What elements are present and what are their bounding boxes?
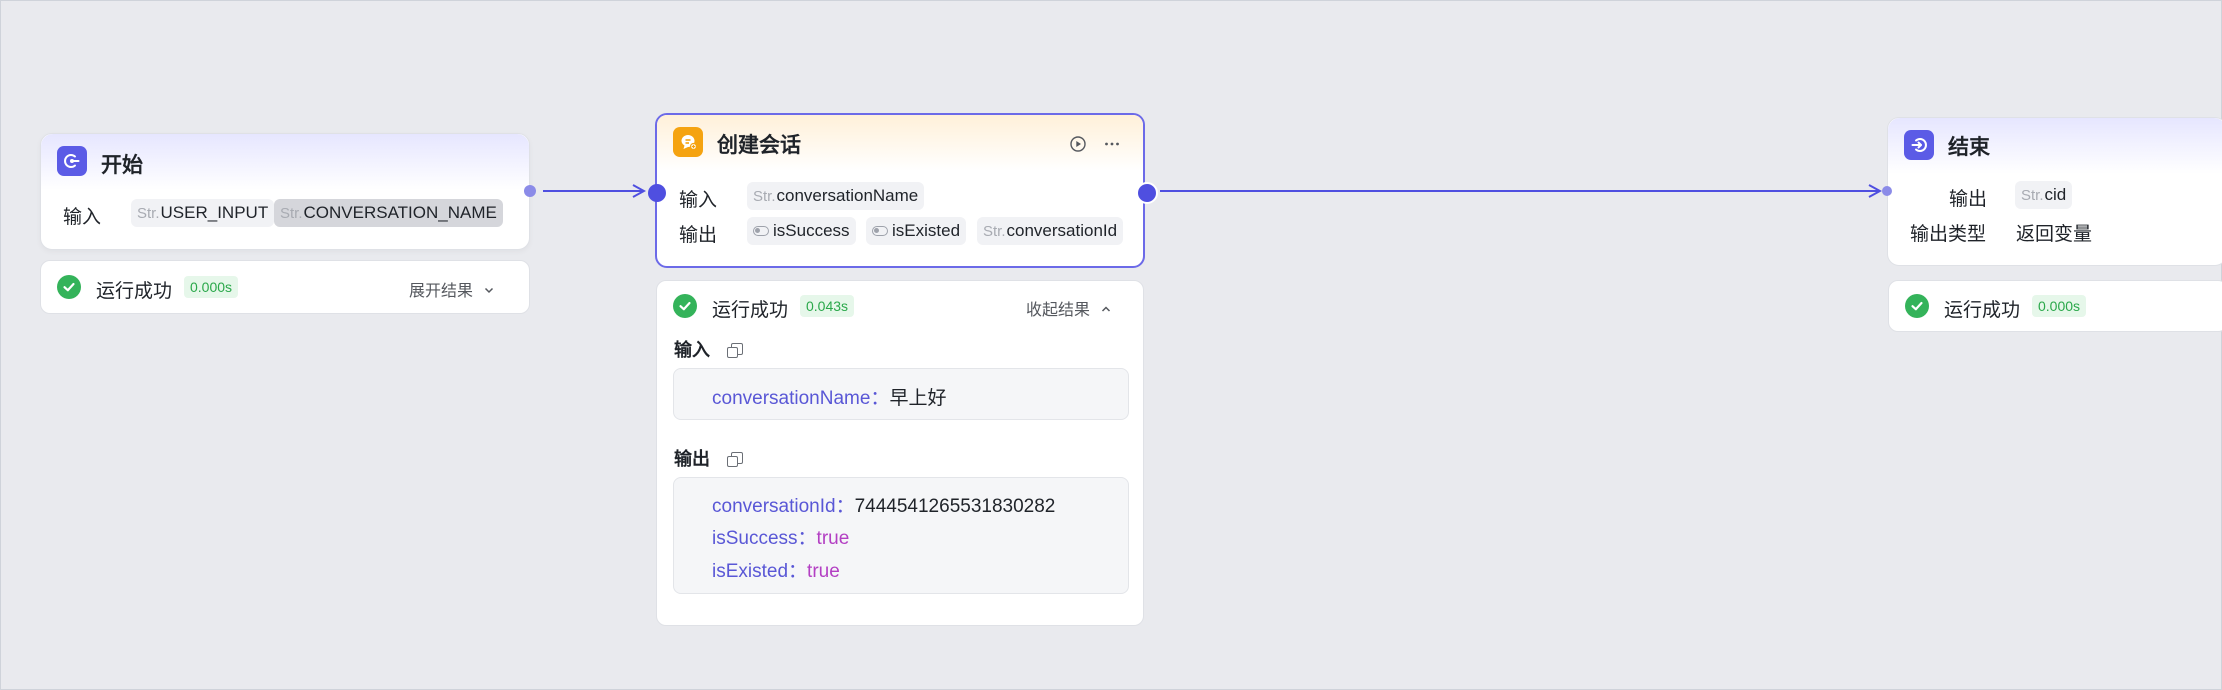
end-run-result: 运行成功 0.000s bbox=[1888, 280, 2222, 332]
end-output-type-label: 输出类型 bbox=[1910, 224, 1987, 245]
end-run-status: 运行成功 bbox=[1944, 300, 2021, 321]
expand-result-button[interactable]: 展开结果 bbox=[409, 277, 495, 301]
create-run-time: 0.043s bbox=[800, 295, 855, 317]
check-circle-icon bbox=[57, 275, 81, 299]
end-node-header: 结束 bbox=[1888, 118, 2222, 174]
start-input-label: 输入 bbox=[63, 207, 102, 228]
run-output-row-conversation-id: conversationId：7444541265531830282 bbox=[712, 496, 1056, 517]
check-circle-icon bbox=[673, 294, 697, 318]
create-node-header: 创建会话 bbox=[657, 115, 1143, 171]
start-input-tag-user-input: Str.USER_INPUT bbox=[131, 199, 275, 227]
run-input-row: conversationName：早上好 bbox=[712, 388, 947, 409]
create-input-tag: Str.conversationName bbox=[747, 182, 925, 210]
start-node-title: 开始 bbox=[101, 154, 143, 177]
copy-icon[interactable] bbox=[727, 452, 743, 467]
create-conversation-icon bbox=[673, 127, 703, 157]
run-input-box: conversationName：早上好 bbox=[673, 368, 1129, 420]
create-output-tag-is-success: isSuccess bbox=[747, 217, 856, 245]
create-input-port[interactable] bbox=[648, 184, 666, 202]
run-output-box: conversationId：7444541265531830282 isSuc… bbox=[673, 477, 1129, 594]
create-run-status: 运行成功 bbox=[712, 300, 789, 321]
collapse-result-label: 收起结果 bbox=[1026, 302, 1091, 319]
end-node-title: 结束 bbox=[1948, 136, 1990, 159]
check-circle-icon bbox=[1905, 294, 1929, 318]
end-output-type-value[interactable]: 返回变量 bbox=[2016, 219, 2092, 246]
end-node[interactable]: 结束 输出 Str.cid 输出类型 返回变量 bbox=[1887, 117, 2222, 266]
end-run-time: 0.000s bbox=[2032, 295, 2087, 317]
end-node-icon bbox=[1904, 130, 1934, 160]
more-icon[interactable] bbox=[1103, 135, 1121, 153]
create-conversation-node[interactable]: 创建会话 输入 Str.conversationName 输出 isSucces… bbox=[655, 113, 1145, 268]
create-output-tag-is-existed: isExisted bbox=[866, 217, 967, 245]
end-output-label: 输出 bbox=[1949, 189, 1988, 210]
end-input-port[interactable] bbox=[1882, 186, 1892, 196]
boolean-icon bbox=[872, 225, 888, 236]
play-circle-icon[interactable] bbox=[1069, 135, 1087, 153]
run-output-row-is-success: isSuccess：true bbox=[712, 528, 850, 549]
start-node-icon bbox=[57, 146, 87, 176]
start-output-port[interactable] bbox=[524, 185, 536, 197]
create-output-port[interactable] bbox=[1136, 182, 1158, 204]
start-node-header: 开始 bbox=[41, 134, 529, 190]
start-run-result: 运行成功 0.000s 展开结果 bbox=[40, 260, 530, 314]
chevron-down-icon bbox=[485, 287, 494, 294]
create-output-tag-conversation-id: Str.conversationId bbox=[977, 217, 1124, 245]
copy-icon[interactable] bbox=[727, 343, 743, 358]
start-run-status: 运行成功 bbox=[96, 281, 173, 302]
run-output-heading: 输出 bbox=[674, 449, 710, 469]
chevron-up-icon bbox=[1102, 306, 1111, 312]
run-output-row-is-existed: isExisted：true bbox=[712, 561, 840, 582]
end-output-tag: Str.cid bbox=[2015, 181, 2073, 209]
start-run-time: 0.000s bbox=[184, 276, 239, 298]
boolean-icon bbox=[753, 225, 769, 236]
expand-result-label: 展开结果 bbox=[409, 283, 474, 300]
create-run-result: 运行成功 0.043s 收起结果 输入 conversationName：早上好… bbox=[656, 280, 1144, 626]
create-node-title: 创建会话 bbox=[717, 134, 801, 157]
run-input-heading: 输入 bbox=[674, 340, 710, 360]
start-node[interactable]: 开始 输入 Str.USER_INPUT Str.CONVERSATION_NA… bbox=[40, 133, 530, 250]
create-input-label: 输入 bbox=[679, 190, 718, 211]
start-input-tag-conversation-name: Str.CONVERSATION_NAME bbox=[274, 199, 503, 227]
create-output-label: 输出 bbox=[679, 225, 718, 246]
collapse-result-button[interactable]: 收起结果 bbox=[1026, 296, 1112, 320]
